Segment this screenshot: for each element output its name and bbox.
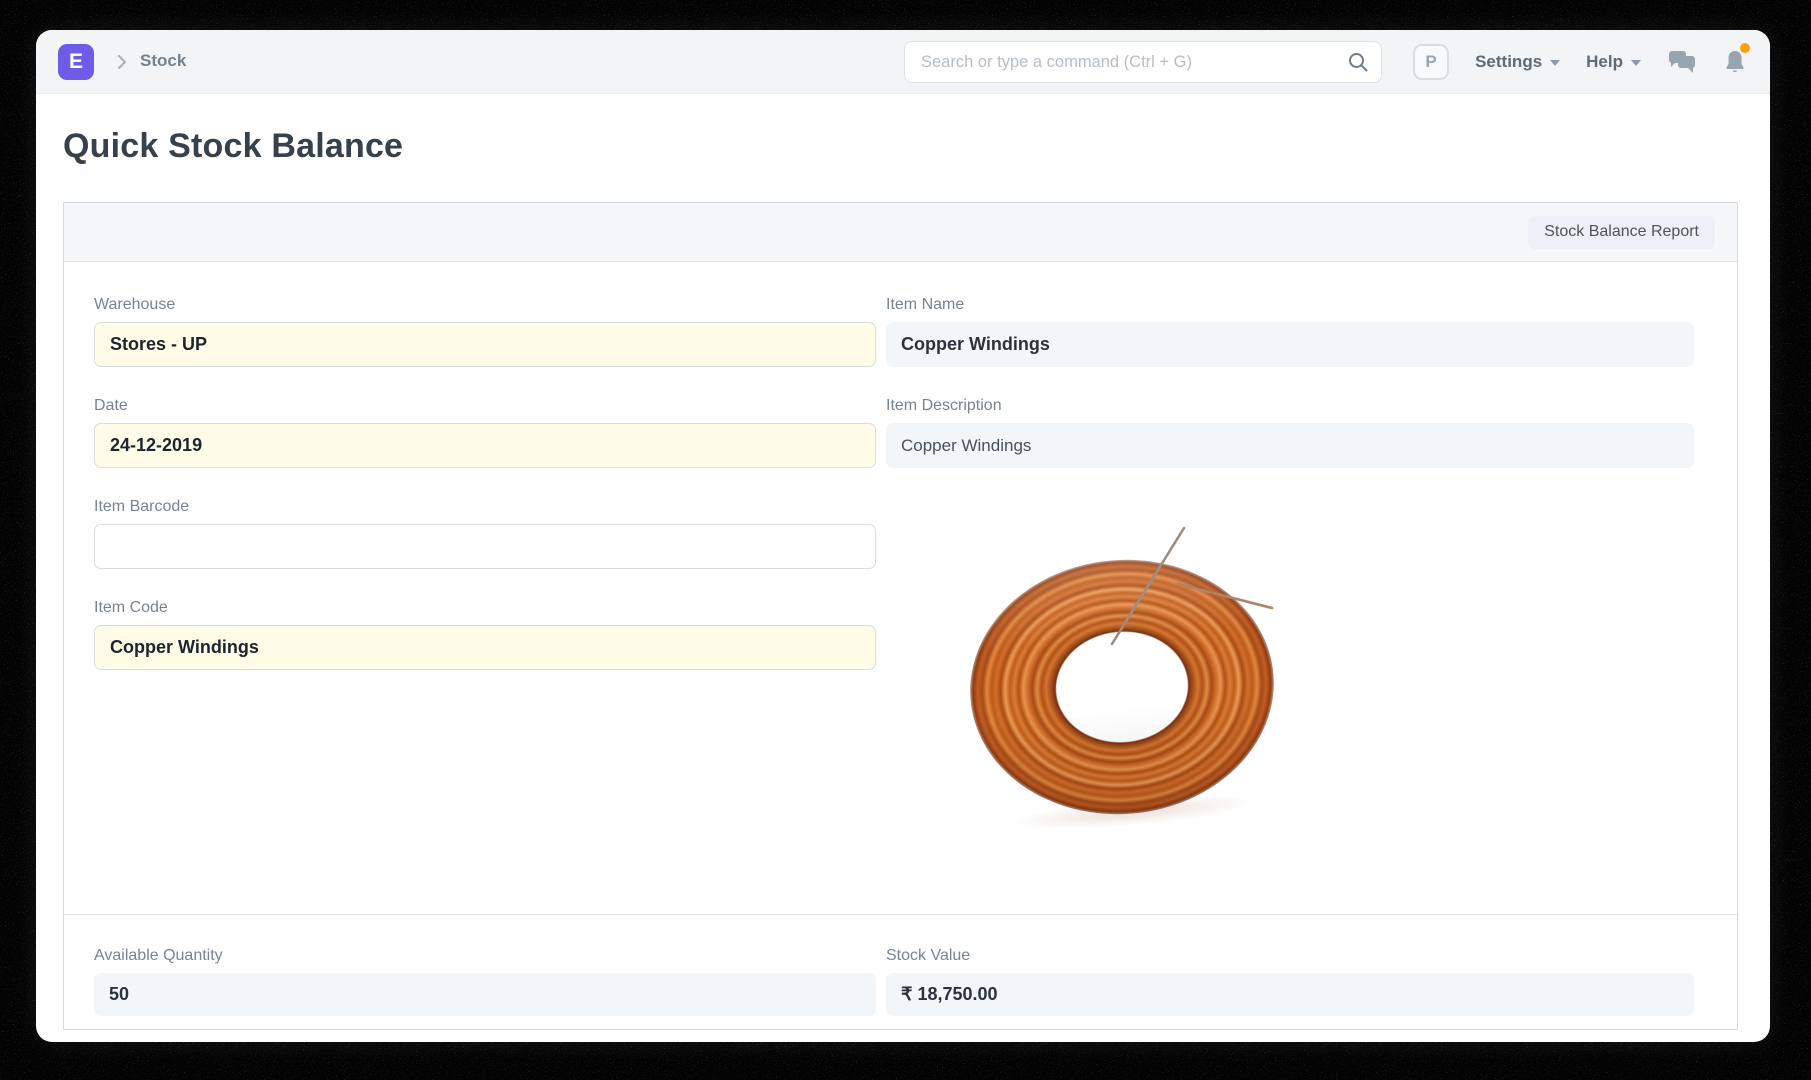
page-head: Quick Stock Balance: [36, 94, 1770, 202]
date-input[interactable]: [94, 423, 876, 468]
chevron-down-icon: [1631, 60, 1641, 66]
totals-column-left: Available Quantity 50: [94, 915, 876, 1031]
navbar: E Stock P Settings Help: [36, 30, 1770, 94]
stock-balance-report-button[interactable]: Stock Balance Report: [1528, 216, 1715, 249]
item-barcode-label: Item Barcode: [94, 497, 876, 517]
app-logo[interactable]: E: [58, 44, 94, 80]
help-menu[interactable]: Help: [1586, 52, 1641, 72]
available-quantity-label: Available Quantity: [94, 946, 876, 966]
stock-value-value: ₹ 18,750.00: [886, 973, 1694, 1016]
form-column-right: Item Name Copper Windings Item Descripti…: [886, 262, 1694, 913]
item-description-label: Item Description: [886, 396, 1694, 416]
quick-stock-balance-card: Stock Balance Report Warehouse Date Item…: [63, 202, 1738, 1030]
user-avatar[interactable]: P: [1413, 44, 1449, 80]
item-code-input[interactable]: [94, 625, 876, 670]
item-name-label: Item Name: [886, 295, 1694, 315]
screenshot-stage: E Stock P Settings Help: [0, 0, 1811, 1080]
form-column-left: Warehouse Date Item Barcode Item Code: [94, 262, 876, 913]
totals-section: Available Quantity 50 Stock Value ₹ 18,7…: [64, 914, 1737, 1031]
totals-column-right: Stock Value ₹ 18,750.00: [886, 915, 1694, 1031]
notification-dot: [1740, 43, 1750, 53]
navbar-right-cluster: P Settings Help: [1413, 30, 1747, 94]
available-quantity-value: 50: [94, 973, 876, 1016]
date-label: Date: [94, 396, 876, 416]
search-input[interactable]: [904, 41, 1382, 83]
notifications-button[interactable]: [1723, 49, 1747, 75]
item-image: [886, 512, 1701, 902]
warehouse-input[interactable]: [94, 322, 876, 367]
card-toolbar: Stock Balance Report: [64, 203, 1737, 262]
item-code-label: Item Code: [94, 598, 876, 618]
item-description-value: Copper Windings: [886, 423, 1694, 468]
search-icon[interactable]: [1347, 51, 1369, 73]
settings-label: Settings: [1475, 52, 1542, 72]
settings-menu[interactable]: Settings: [1475, 52, 1560, 72]
breadcrumb-stock-link[interactable]: Stock: [140, 51, 186, 71]
help-label: Help: [1586, 52, 1623, 72]
item-barcode-input[interactable]: [94, 524, 876, 569]
chevron-down-icon: [1550, 60, 1560, 66]
global-search: [904, 41, 1382, 83]
avatar-letter: P: [1425, 52, 1436, 72]
logo-letter: E: [69, 50, 83, 74]
item-name-value: Copper Windings: [886, 322, 1694, 367]
app-window: E Stock P Settings Help: [36, 30, 1770, 1042]
messages-icon[interactable]: [1667, 50, 1697, 74]
breadcrumb-chevron-icon: [112, 52, 132, 72]
stock-value-label: Stock Value: [886, 946, 1694, 966]
coil-wire: [886, 512, 1701, 902]
form-body: Warehouse Date Item Barcode Item Code It…: [64, 262, 1737, 913]
warehouse-label: Warehouse: [94, 295, 876, 315]
page-title: Quick Stock Balance: [63, 127, 403, 166]
